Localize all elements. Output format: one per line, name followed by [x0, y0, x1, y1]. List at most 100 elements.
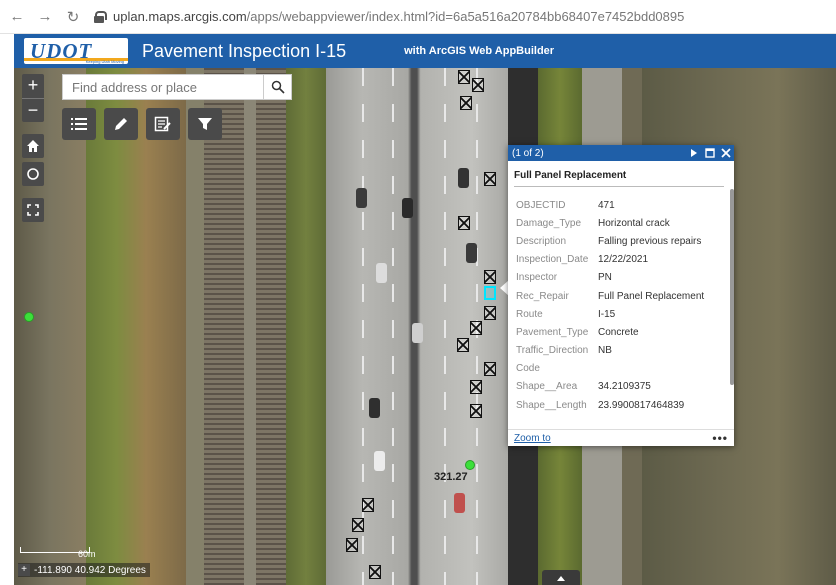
- more-options-button[interactable]: •••: [712, 431, 728, 445]
- home-icon: [27, 140, 39, 152]
- layer-list-button[interactable]: [62, 108, 96, 140]
- search-input[interactable]: [63, 75, 263, 99]
- popup-feature-count: (1 of 2): [512, 147, 544, 159]
- locate-icon: [27, 168, 39, 180]
- inspection-marker[interactable]: [470, 380, 482, 394]
- inspection-marker[interactable]: [369, 565, 381, 579]
- attribute-name: Inspector: [516, 272, 558, 284]
- inspection-marker[interactable]: [457, 338, 469, 352]
- my-location-button[interactable]: [22, 162, 44, 186]
- attribute-table-toggle[interactable]: [542, 570, 580, 585]
- attribute-row: Description Falling previous repairs: [516, 232, 704, 250]
- attribute-name: Inspection_Date: [516, 254, 589, 266]
- attribute-row: Inspection_Date 12/22/2021: [516, 251, 704, 269]
- attribute-row: Traffic_Direction NB: [516, 342, 704, 360]
- back-arrow-icon[interactable]: ←: [6, 6, 28, 28]
- inspection-marker[interactable]: [470, 321, 482, 335]
- milepost-point[interactable]: [465, 460, 475, 470]
- app-title: Pavement Inspection I-15: [142, 40, 347, 61]
- search-icon: [271, 80, 285, 94]
- vehicle: [369, 398, 380, 418]
- url-path: /apps/webappviewer/index.html?id=6a5a516…: [246, 9, 685, 24]
- attribute-name: Rec_Repair: [516, 290, 569, 302]
- inspection-marker[interactable]: [458, 216, 470, 230]
- attribute-name: Damage_Type: [516, 217, 582, 229]
- attribute-row: Code: [516, 360, 704, 378]
- popup-heading: Full Panel Replacement: [514, 170, 724, 187]
- inspection-marker[interactable]: [472, 78, 484, 92]
- attribute-row: Shape__Length 23.9900817464839: [516, 396, 704, 411]
- udot-logo: UDOT Keeping Utah Moving: [24, 38, 128, 64]
- search-box: [62, 74, 292, 100]
- vehicle: [412, 323, 423, 343]
- close-icon: [721, 148, 731, 158]
- edit-button[interactable]: [146, 108, 180, 140]
- attribute-row: Damage_Type Horizontal crack: [516, 214, 704, 232]
- popup-next-button[interactable]: [686, 145, 702, 161]
- vegetation-strip: [86, 68, 186, 585]
- popup-maximize-button[interactable]: [702, 145, 718, 161]
- edit-form-icon: [154, 116, 171, 132]
- lock-icon: [94, 10, 107, 23]
- attribute-table: OBJECTID 471 Damage_Type Horizontal crack De…: [516, 196, 704, 411]
- attribute-value: 23.9900817464839: [598, 399, 685, 411]
- inspection-marker[interactable]: [362, 498, 374, 512]
- attribute-value: [598, 360, 704, 378]
- attribute-value: Full Panel Replacement: [598, 290, 705, 302]
- inspection-marker[interactable]: [458, 70, 470, 84]
- attribute-name: OBJECTID: [516, 199, 566, 211]
- attribute-name: Shape__Area: [516, 381, 578, 393]
- inspection-marker[interactable]: [470, 404, 482, 418]
- pencil-icon: [115, 118, 127, 130]
- popup-scrollbar[interactable]: [730, 189, 734, 385]
- milepost-label: 321.27: [434, 471, 468, 483]
- vehicle: [376, 263, 387, 283]
- inspection-marker[interactable]: [460, 96, 472, 110]
- inspection-marker[interactable]: [484, 362, 496, 376]
- attribute-row: Pavement_Type Concrete: [516, 323, 704, 341]
- inspection-marker[interactable]: [352, 518, 364, 532]
- railroad-tracks: [204, 68, 244, 585]
- attribute-name: Pavement_Type: [516, 326, 589, 338]
- zoom-out-button[interactable]: −: [22, 98, 44, 122]
- vehicle: [466, 243, 477, 263]
- popup-close-button[interactable]: [718, 145, 734, 161]
- vehicle: [374, 451, 385, 471]
- attribute-value: Falling previous repairs: [598, 235, 702, 247]
- reload-icon[interactable]: ↻: [62, 6, 84, 28]
- vehicle: [454, 493, 465, 513]
- zoom-to-link[interactable]: Zoom to: [514, 433, 551, 444]
- home-button[interactable]: [22, 134, 44, 158]
- inspection-marker[interactable]: [484, 306, 496, 320]
- next-arrow-icon: [691, 149, 697, 157]
- attribute-value: 34.2109375: [598, 381, 651, 393]
- vehicle: [458, 168, 469, 188]
- inspection-marker[interactable]: [346, 538, 358, 552]
- attribute-name: Shape__Length: [516, 399, 587, 411]
- attribute-row: Rec_Repair Full Panel Replacement: [516, 287, 704, 305]
- draw-button[interactable]: [104, 108, 138, 140]
- coordinate-toggle-button[interactable]: +: [18, 564, 30, 576]
- forward-arrow-icon[interactable]: →: [34, 6, 56, 28]
- map-view[interactable]: 321.27 + − (1 of 2): [14, 68, 836, 585]
- coordinate-widget: + -111.890 40.942 Degrees: [18, 563, 150, 577]
- maximize-icon: [705, 148, 715, 158]
- attribute-row: Shape__Area 34.2109375: [516, 378, 704, 396]
- inspection-marker[interactable]: [484, 270, 496, 284]
- attribute-value: Horizontal crack: [598, 217, 670, 229]
- feature-popup: (1 of 2) Full Panel Replacement OBJECTID…: [508, 145, 734, 446]
- filter-button[interactable]: [188, 108, 222, 140]
- address-bar[interactable]: uplan.maps.arcgis.com/apps/webappviewer/…: [94, 9, 684, 24]
- attribute-name: Code: [516, 363, 540, 375]
- inspection-marker[interactable]: [484, 172, 496, 186]
- milepost-point[interactable]: [24, 312, 34, 322]
- attribute-value: 471: [598, 199, 615, 211]
- search-button[interactable]: [263, 75, 291, 99]
- full-extent-button[interactable]: [22, 198, 44, 222]
- zoom-in-button[interactable]: +: [22, 74, 44, 98]
- coordinate-readout: -111.890 40.942 Degrees: [34, 564, 146, 576]
- list-icon: [71, 118, 87, 130]
- attribute-value: I-15: [598, 308, 616, 320]
- url-host: uplan.maps.arcgis.com: [113, 9, 247, 24]
- selected-inspection-marker[interactable]: [484, 286, 496, 300]
